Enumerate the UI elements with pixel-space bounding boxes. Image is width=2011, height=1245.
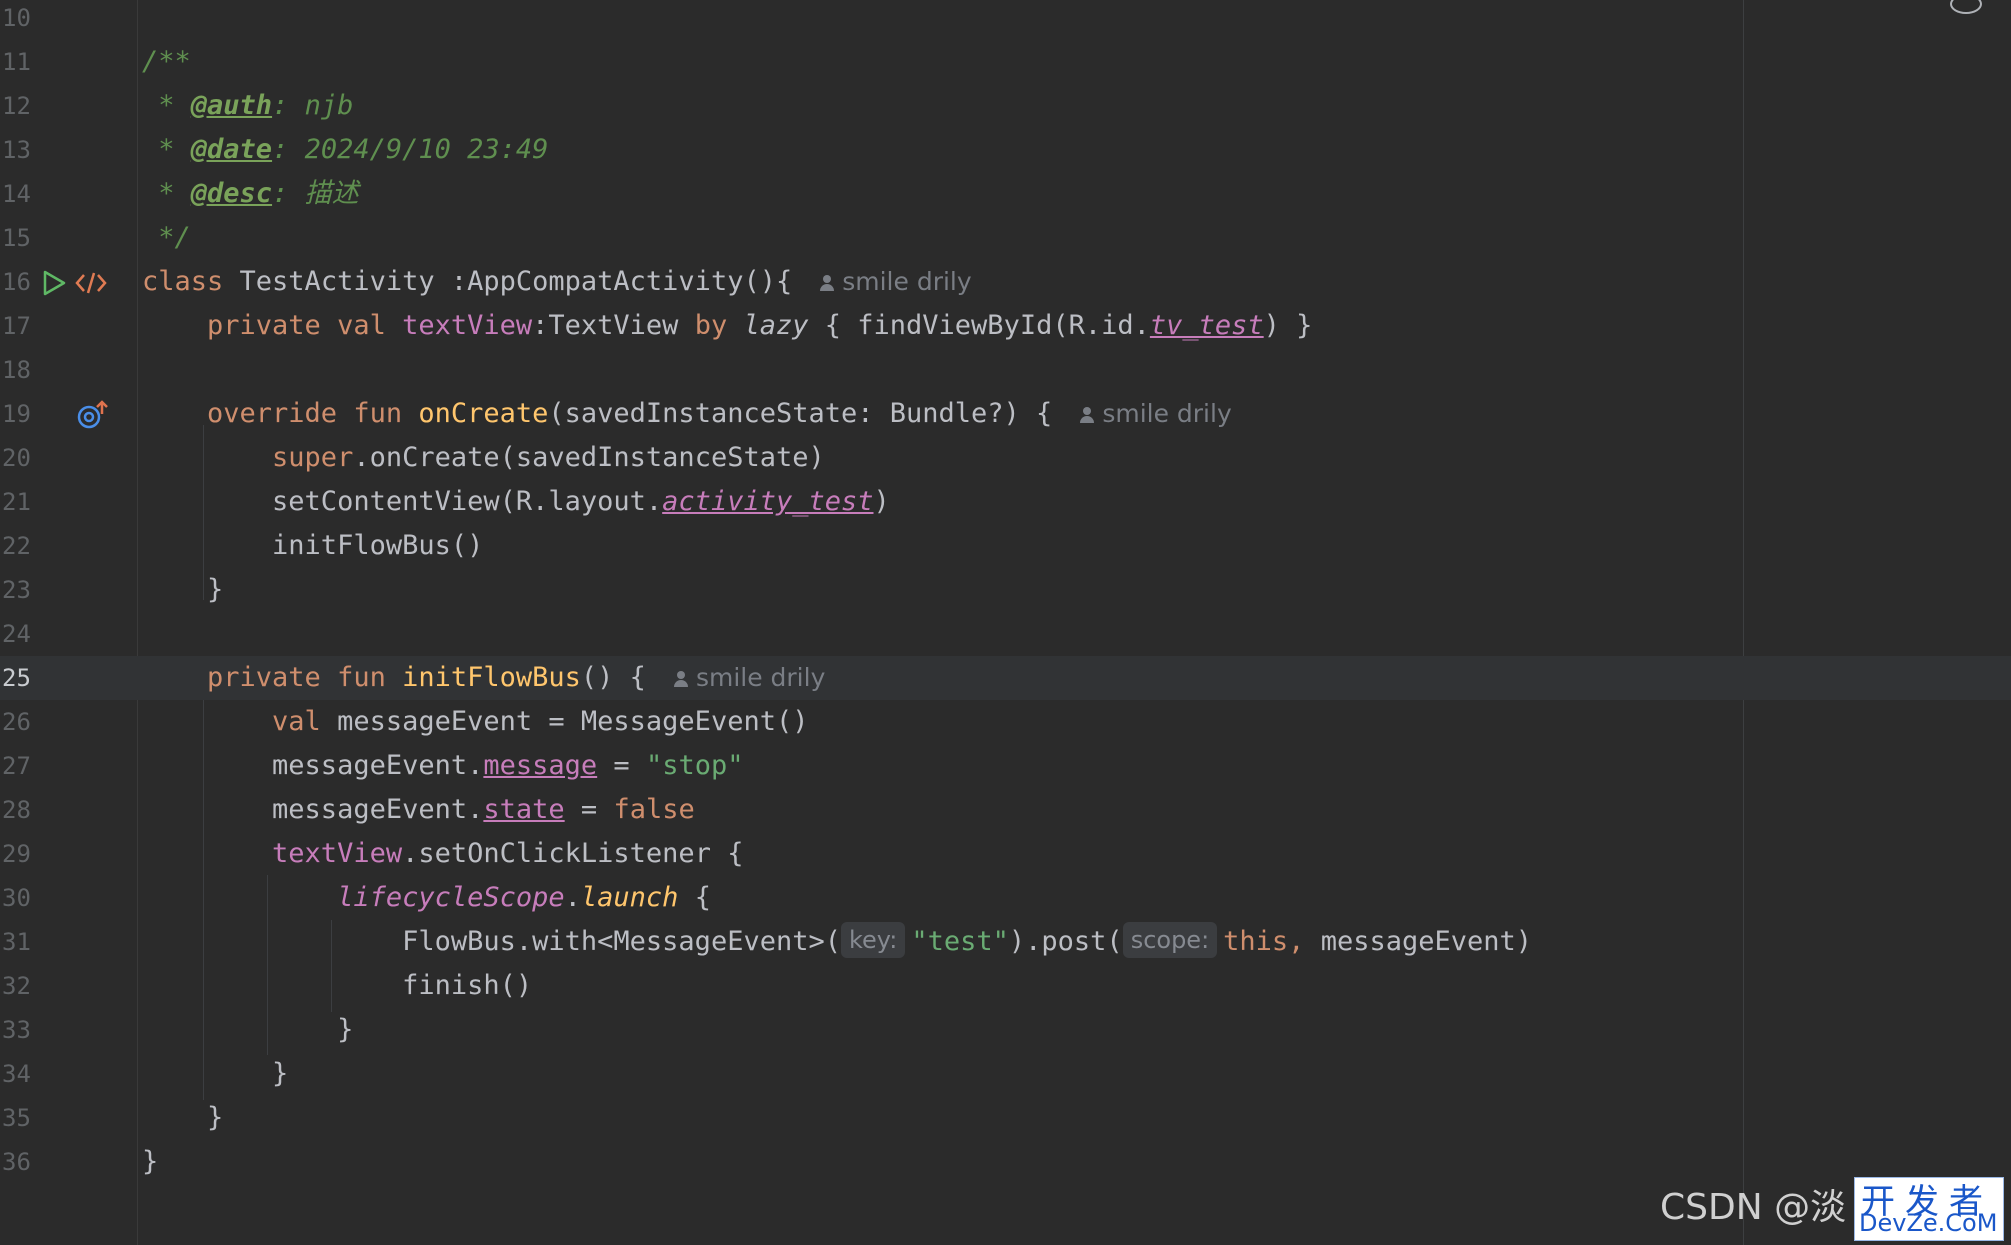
code-line[interactable]: 35 } bbox=[0, 1096, 2011, 1140]
code-line[interactable]: 26 val messageEvent = MessageEvent() bbox=[0, 700, 2011, 744]
code-text: private fun initFlowBus() {smile drily bbox=[142, 662, 826, 693]
code-text: } bbox=[142, 1014, 354, 1045]
code-text: class TestActivity :AppCompatActivity(){… bbox=[142, 266, 972, 297]
code-text: super.onCreate(savedInstanceState) bbox=[142, 442, 825, 473]
code-line[interactable]: 16 class TestActivity :AppCompatActivity… bbox=[0, 260, 2011, 304]
code-text: lifecycleScope.launch { bbox=[142, 882, 711, 913]
code-text: messageEvent.state = false bbox=[142, 794, 695, 825]
code-line[interactable]: 13 * @date: 2024/9/10 23:49 bbox=[0, 128, 2011, 172]
line-number: 29 bbox=[2, 840, 31, 868]
code-line[interactable]: 31 FlowBus.with<MessageEvent>(key: "test"… bbox=[0, 920, 2011, 964]
line-number: 33 bbox=[2, 1016, 31, 1044]
line-number: 13 bbox=[2, 136, 31, 164]
code-line[interactable]: 12 * @auth: njb bbox=[0, 84, 2011, 128]
code-text: textView.setOnClickListener { bbox=[142, 838, 744, 869]
code-text: initFlowBus() bbox=[142, 530, 484, 561]
code-line[interactable]: 34 } bbox=[0, 1052, 2011, 1096]
line-number: 30 bbox=[2, 884, 31, 912]
line-number: 17 bbox=[2, 312, 31, 340]
code-line[interactable]: 23 } bbox=[0, 568, 2011, 612]
line-number: 26 bbox=[2, 708, 31, 736]
code-line[interactable]: 32 finish() bbox=[0, 964, 2011, 1008]
code-line[interactable]: 24 bbox=[0, 612, 2011, 656]
code-line[interactable]: 15 */ bbox=[0, 216, 2011, 260]
code-line[interactable]: 20 super.onCreate(savedInstanceState) bbox=[0, 436, 2011, 480]
line-number: 10 bbox=[2, 4, 31, 32]
code-line[interactable]: 30 lifecycleScope.launch { bbox=[0, 876, 2011, 920]
code-text: } bbox=[142, 1102, 224, 1133]
code-line[interactable]: 22 initFlowBus() bbox=[0, 524, 2011, 568]
line-number: 35 bbox=[2, 1104, 31, 1132]
person-icon bbox=[1080, 407, 1095, 423]
code-line[interactable]: 18 bbox=[0, 348, 2011, 392]
line-number: 18 bbox=[2, 356, 31, 384]
line-number: 20 bbox=[2, 444, 31, 472]
line-number: 22 bbox=[2, 532, 31, 560]
line-number: 14 bbox=[2, 180, 31, 208]
code-text: val messageEvent = MessageEvent() bbox=[142, 706, 809, 737]
param-hint-scope: scope: bbox=[1122, 922, 1218, 958]
code-line-current[interactable]: 25 private fun initFlowBus() {smile dril… bbox=[0, 656, 2011, 700]
line-number: 19 bbox=[2, 400, 31, 428]
author-hint[interactable]: smile drily bbox=[1080, 399, 1232, 428]
code-text: } bbox=[142, 574, 224, 605]
line-number: 21 bbox=[2, 488, 31, 516]
code-line[interactable]: 14 * @desc: 描述 bbox=[0, 172, 2011, 216]
code-line[interactable]: 21 setContentView(R.layout.activity_test… bbox=[0, 480, 2011, 524]
line-number: 23 bbox=[2, 576, 31, 604]
code-line[interactable]: 19 override fun onCreate(savedInstanceSt… bbox=[0, 392, 2011, 436]
code-text: finish() bbox=[142, 970, 533, 1001]
person-icon bbox=[820, 275, 835, 291]
code-line[interactable]: 10 bbox=[0, 0, 2011, 40]
devze-watermark-en: DevZe.CoM bbox=[1859, 1209, 1998, 1237]
param-hint-key: key: bbox=[840, 922, 906, 958]
run-gutter-icon[interactable] bbox=[40, 269, 68, 297]
code-line[interactable]: 11 /** bbox=[0, 40, 2011, 84]
csdn-watermark: CSDN @淡 bbox=[1660, 1187, 1847, 1228]
code-text: * @auth: njb bbox=[142, 90, 354, 121]
devze-watermark: 开发者 DevZe.CoM bbox=[1854, 1177, 2004, 1241]
line-number: 11 bbox=[2, 48, 31, 76]
line-number: 16 bbox=[2, 268, 31, 296]
code-line[interactable]: 27 messageEvent.message = "stop" bbox=[0, 744, 2011, 788]
line-number: 15 bbox=[2, 224, 31, 252]
code-text: override fun onCreate(savedInstanceState… bbox=[142, 398, 1232, 429]
code-text: */ bbox=[142, 222, 191, 253]
line-number: 34 bbox=[2, 1060, 31, 1088]
code-gutter-icon[interactable] bbox=[74, 269, 108, 297]
person-icon bbox=[673, 671, 688, 687]
line-number: 31 bbox=[2, 928, 31, 956]
line-number: 28 bbox=[2, 796, 31, 824]
code-line[interactable]: 28 messageEvent.state = false bbox=[0, 788, 2011, 832]
line-number: 12 bbox=[2, 92, 31, 120]
line-number: 36 bbox=[2, 1148, 31, 1176]
code-text: messageEvent.message = "stop" bbox=[142, 750, 744, 781]
line-number: 27 bbox=[2, 752, 31, 780]
author-hint[interactable]: smile drily bbox=[820, 267, 972, 296]
code-text: * @desc: 描述 bbox=[142, 178, 359, 209]
code-text: private val textView:TextView by lazy { … bbox=[142, 310, 1313, 341]
code-text: } bbox=[142, 1146, 159, 1177]
line-number: 24 bbox=[2, 620, 31, 648]
code-text: } bbox=[142, 1058, 289, 1089]
code-text: FlowBus.with<MessageEvent>(key: "test").p… bbox=[142, 920, 1532, 964]
code-line[interactable]: 33 } bbox=[0, 1008, 2011, 1052]
code-line[interactable]: 17 private val textView:TextView by lazy… bbox=[0, 304, 2011, 348]
code-editor[interactable]: 10 11 /** 12 * @auth: njb 13 * @date: 20… bbox=[0, 0, 2011, 1245]
override-gutter-icon[interactable] bbox=[76, 400, 108, 430]
code-text: /** bbox=[142, 46, 191, 77]
code-line[interactable]: 29 textView.setOnClickListener { bbox=[0, 832, 2011, 876]
code-text: setContentView(R.layout.activity_test) bbox=[142, 486, 890, 517]
line-number: 25 bbox=[2, 664, 31, 692]
code-text: * @date: 2024/9/10 23:49 bbox=[142, 134, 549, 165]
line-number: 32 bbox=[2, 972, 31, 1000]
author-hint[interactable]: smile drily bbox=[673, 663, 825, 692]
